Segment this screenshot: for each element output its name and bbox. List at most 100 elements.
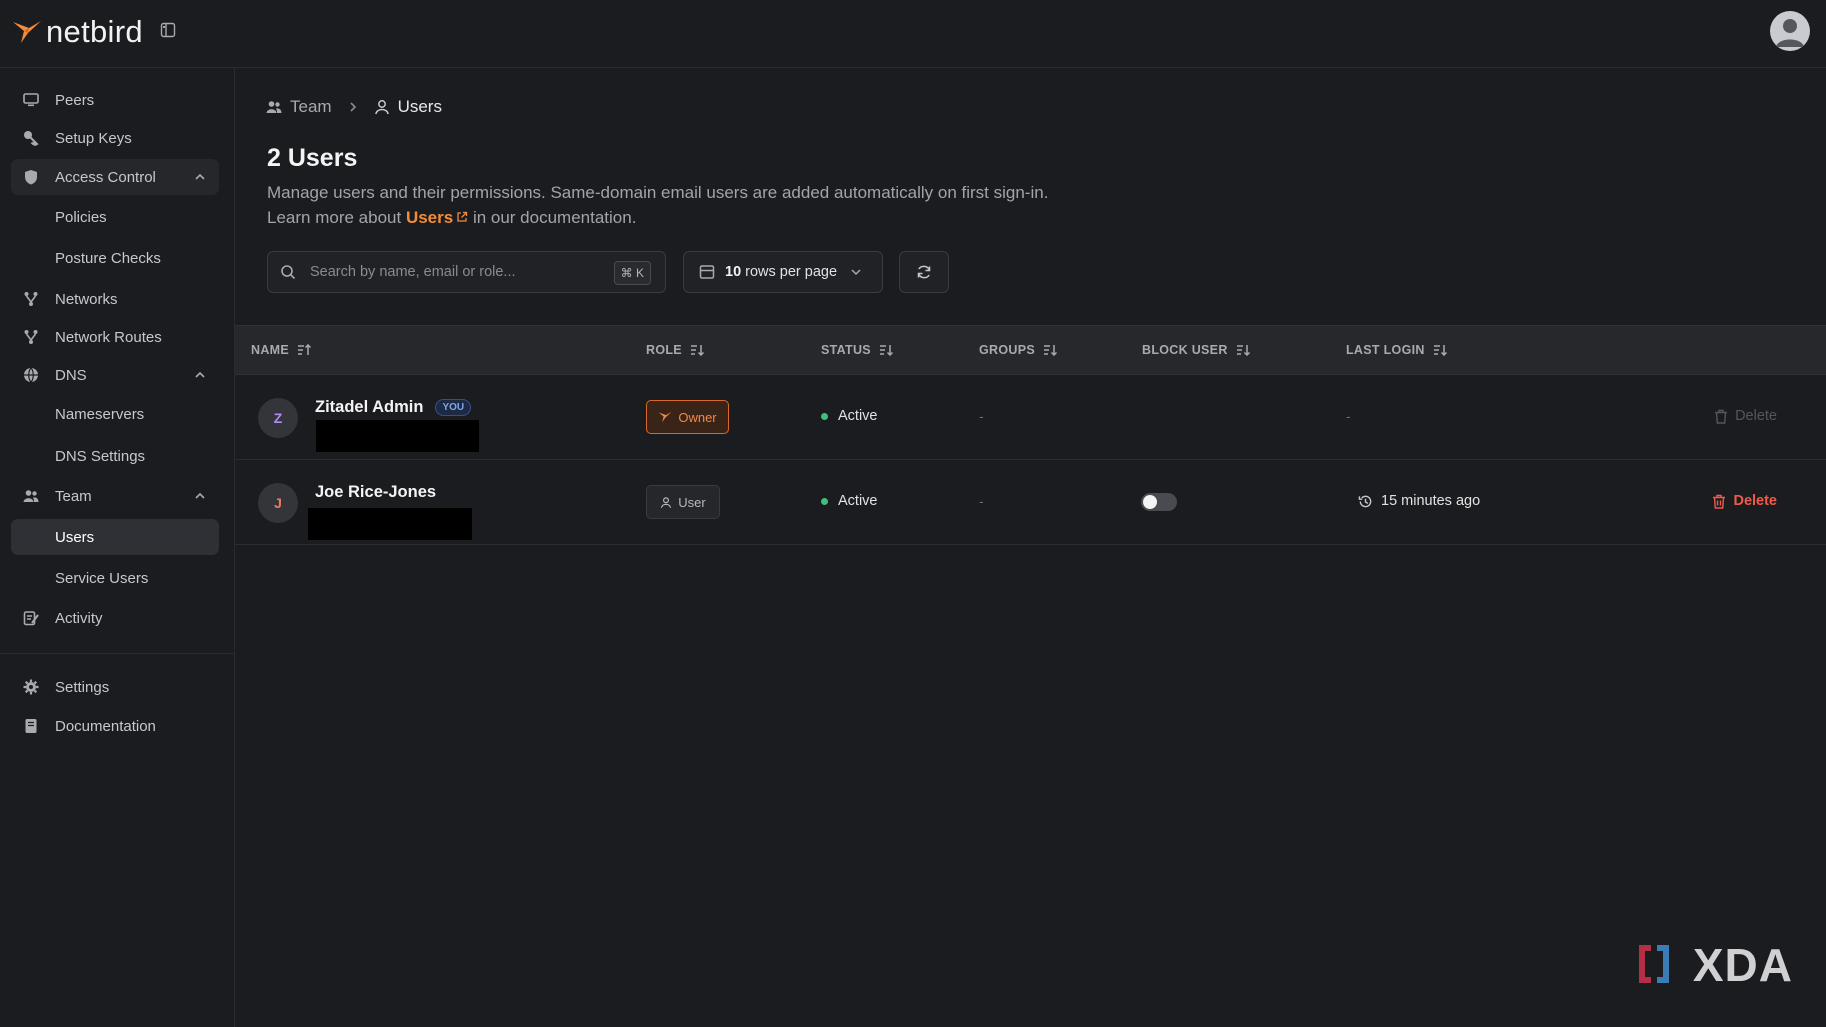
- sidebar-item-label: Service Users: [55, 569, 149, 587]
- column-header-last-login[interactable]: LAST LOGIN: [1346, 343, 1447, 357]
- column-header-block-user[interactable]: BLOCK USER: [1142, 343, 1250, 357]
- status-active-dot: [821, 412, 828, 420]
- avatar: Z: [258, 398, 298, 438]
- sidebar-item-team[interactable]: Team: [11, 478, 219, 514]
- chevron-down-icon: [851, 269, 861, 276]
- delete-label: Delete: [1733, 493, 1777, 509]
- netbird-bird-icon: [658, 411, 672, 423]
- sidebar-item-activity[interactable]: Activity: [11, 600, 219, 636]
- sidebar-item-label: Documentation: [55, 717, 156, 735]
- delete-button[interactable]: Delete: [1714, 408, 1777, 424]
- users-table: NAME ROLE STATUS GROUPS BLOCK USER LAST …: [235, 325, 1826, 545]
- table-header: NAME ROLE STATUS GROUPS BLOCK USER LAST …: [235, 325, 1826, 375]
- delete-label: Delete: [1735, 408, 1777, 424]
- user-icon: [661, 496, 672, 508]
- users-docs-link-label: Users: [405, 208, 454, 227]
- sidebar-item-network-routes[interactable]: Network Routes: [11, 319, 219, 355]
- role-label: Owner: [678, 409, 717, 425]
- sidebar-item-policies[interactable]: Policies: [11, 199, 219, 235]
- groups-cell: -: [979, 408, 984, 424]
- sidebar-item-access-control[interactable]: Access Control: [11, 159, 219, 195]
- netbird-logo[interactable]: netbird: [12, 14, 143, 50]
- sidebar: Peers Setup Keys Access Control Policies…: [0, 68, 235, 1027]
- groups-cell: -: [979, 493, 984, 509]
- sidebar-item-documentation[interactable]: Documentation: [11, 708, 219, 744]
- refresh-button[interactable]: [899, 251, 949, 293]
- breadcrumb-team-link[interactable]: Team: [290, 97, 332, 117]
- status-cell: Active: [821, 408, 878, 424]
- table-row[interactable]: J Joe Rice-Jones User Active - 15 minute…: [235, 460, 1826, 545]
- trash-icon: [1715, 409, 1728, 424]
- role-badge-user[interactable]: User: [646, 485, 720, 519]
- sidebar-item-label: Policies: [55, 208, 107, 226]
- user-name-text: Zitadel Admin: [315, 398, 424, 416]
- block-user-toggle[interactable]: [1141, 493, 1177, 511]
- sidebar-toggle-button[interactable]: [160, 22, 178, 40]
- user-avatar-button[interactable]: [1770, 11, 1810, 51]
- column-label: STATUS: [821, 343, 871, 357]
- globe-icon: [22, 366, 40, 384]
- history-clock-icon: [1358, 495, 1372, 507]
- sort-icon: [1043, 345, 1057, 356]
- sidebar-item-networks[interactable]: Networks: [11, 281, 219, 317]
- column-label: NAME: [251, 343, 290, 357]
- team-icon: [22, 487, 40, 505]
- redacted-email: [316, 420, 479, 452]
- last-login-cell: 15 minutes ago: [1358, 493, 1480, 509]
- sidebar-item-dns[interactable]: DNS: [11, 357, 219, 393]
- sidebar-item-label: Nameservers: [55, 405, 145, 423]
- sort-icon: [1236, 345, 1250, 356]
- sort-icon: [690, 345, 704, 356]
- sidebar-item-label: Network Routes: [55, 328, 162, 346]
- sidebar-item-dns-settings[interactable]: DNS Settings: [11, 438, 219, 474]
- sidebar-item-users[interactable]: Users: [11, 519, 219, 555]
- column-header-name[interactable]: NAME: [251, 343, 312, 357]
- status-label: Active: [838, 408, 878, 424]
- search-shortcut-hint: ⌘ K: [613, 261, 651, 285]
- rows-per-page-select[interactable]: 10 rows per page: [683, 251, 883, 293]
- status-cell: Active: [821, 493, 878, 509]
- sidebar-toggle-icon: [160, 22, 176, 38]
- column-header-status[interactable]: STATUS: [821, 343, 893, 357]
- sort-asc-icon: [298, 344, 312, 355]
- sidebar-item-settings[interactable]: Settings: [11, 669, 219, 705]
- sidebar-item-label: Team: [55, 487, 92, 505]
- sidebar-item-nameservers[interactable]: Nameservers: [11, 396, 219, 432]
- status-label: Active: [838, 493, 878, 509]
- xda-logo-icon: [1638, 945, 1669, 983]
- user-icon: [374, 100, 389, 115]
- sidebar-item-posture-checks[interactable]: Posture Checks: [11, 240, 219, 276]
- sidebar-item-label: DNS: [55, 366, 87, 384]
- sidebar-item-peers[interactable]: Peers: [11, 82, 219, 118]
- column-header-groups[interactable]: GROUPS: [979, 343, 1057, 357]
- sidebar-item-setup-keys[interactable]: Setup Keys: [11, 120, 219, 156]
- sidebar-item-service-users[interactable]: Service Users: [11, 560, 219, 596]
- toggle-knob: [1143, 495, 1157, 509]
- role-label: User: [678, 494, 706, 510]
- main-content: Team Users 2 Users Manage users and thei…: [235, 68, 1826, 1027]
- sidebar-item-label: Access Control: [55, 168, 156, 186]
- brand-name: netbird: [46, 14, 143, 49]
- role-badge-owner[interactable]: Owner: [646, 400, 729, 434]
- book-icon: [22, 717, 40, 735]
- delete-button[interactable]: Delete: [1712, 493, 1777, 509]
- activity-icon: [22, 609, 40, 627]
- sidebar-item-label: Settings: [55, 678, 110, 696]
- rows-label: rows per page: [745, 264, 838, 280]
- netbird-bird-icon: [13, 21, 41, 43]
- team-icon: [266, 101, 282, 113]
- sort-icon: [879, 345, 893, 356]
- users-docs-link[interactable]: Users: [406, 208, 468, 227]
- search-box[interactable]: ⌘ K: [267, 251, 666, 293]
- search-icon: [281, 265, 296, 280]
- user-name-text: Joe Rice-Jones: [315, 483, 437, 501]
- you-badge: YOU: [435, 399, 472, 416]
- learn-more-line: Learn more about Users in our documentat…: [267, 205, 1167, 230]
- table-row[interactable]: Z Zitadel Admin YOU Owner Active - - Del…: [235, 375, 1826, 460]
- route-icon: [22, 328, 40, 346]
- column-header-role[interactable]: ROLE: [646, 343, 704, 357]
- search-input[interactable]: [308, 263, 612, 281]
- sidebar-item-label: Networks: [55, 290, 118, 308]
- page-description: Manage users and their permissions. Same…: [267, 180, 1167, 230]
- sidebar-item-label: Users: [55, 528, 95, 546]
